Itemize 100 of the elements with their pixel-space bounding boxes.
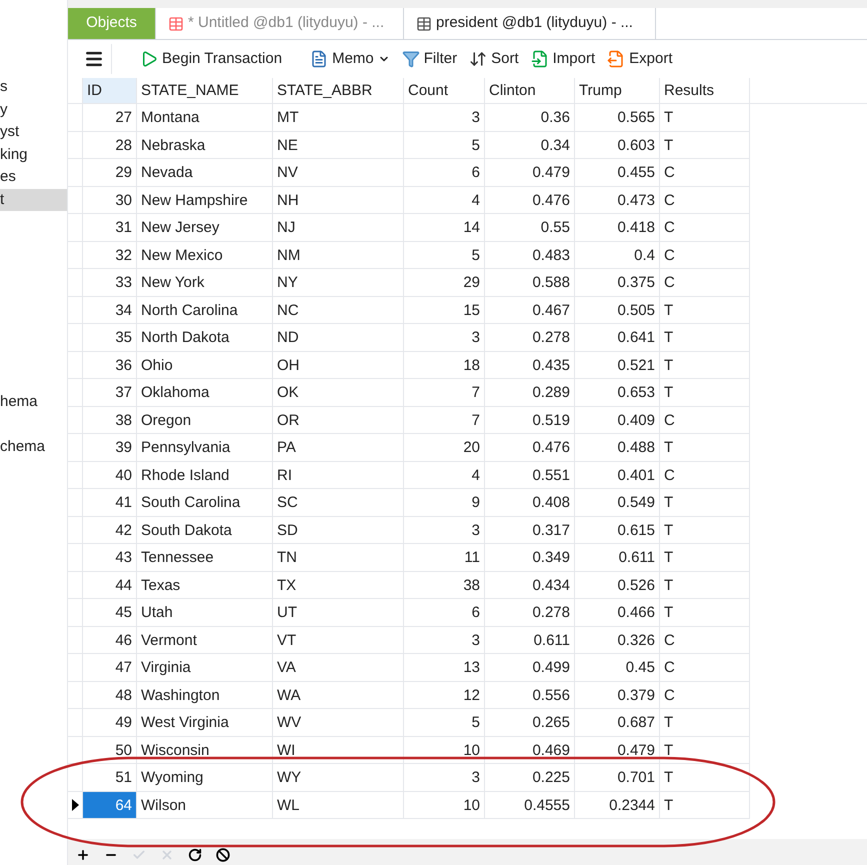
- toolbar-button[interactable]: Import: [526, 44, 600, 74]
- toolbar-button[interactable]: Sort: [465, 44, 523, 74]
- sidebar-item[interactable]: es: [0, 166, 67, 188]
- table-cell: TX: [273, 572, 404, 598]
- table-cell: Texas: [137, 572, 273, 598]
- table-cell: VA: [273, 654, 404, 680]
- table-row[interactable]: 48 Washington WA 12 0.556 0.379 C: [68, 682, 750, 709]
- table-cell: Ohio: [137, 352, 273, 378]
- table-cell: Nebraska: [137, 132, 273, 158]
- table-cell: NJ: [273, 214, 404, 240]
- table-cell: 38: [83, 406, 137, 433]
- table-cell: WY: [273, 764, 404, 790]
- table-cell: West Virginia: [137, 709, 273, 736]
- table-cell: 10: [404, 792, 485, 818]
- table-row[interactable]: 50 Wisconsin WI 10 0.469 0.479 T: [68, 736, 750, 764]
- table-row[interactable]: 34 North Carolina NC 15 0.467 0.505 T: [68, 296, 750, 324]
- column-header[interactable]: Trump: [575, 78, 660, 103]
- table-cell: T: [660, 736, 750, 763]
- table-cell: 40: [83, 462, 137, 488]
- table-row[interactable]: 33 New York NY 29 0.588 0.375 C: [68, 269, 750, 296]
- sidebar-item[interactable]: y: [0, 98, 67, 121]
- table-row[interactable]: 27 Montana MT 3 0.36 0.565 T: [68, 104, 750, 132]
- table-cell: T: [660, 379, 750, 406]
- table-cell: T: [660, 104, 750, 130]
- table-cell: 0.551: [485, 462, 575, 488]
- table-row[interactable]: 47 Virginia VA 13 0.499 0.45 C: [68, 654, 750, 682]
- table-cell: 0.225: [485, 764, 575, 790]
- table-cell: 49: [83, 709, 137, 736]
- table-row[interactable]: 41 South Carolina SC 9 0.408 0.549 T: [68, 489, 750, 516]
- table-cell: 0.588: [485, 269, 575, 296]
- table-cell: 27: [83, 104, 137, 130]
- sidebar-item[interactable]: s: [0, 76, 67, 98]
- table-cell: T: [660, 296, 750, 323]
- sidebar-item[interactable]: chema: [0, 436, 67, 458]
- table-cell: NY: [273, 269, 404, 296]
- table-row[interactable]: 64 Wilson WL 10 0.4555 0.2344 T: [68, 792, 750, 819]
- toolbar-button[interactable]: Export: [603, 44, 676, 74]
- table-cell: 0.556: [485, 682, 575, 708]
- table-row[interactable]: 36 Ohio OH 18 0.435 0.521 T: [68, 352, 750, 379]
- sidebar-item[interactable]: t: [0, 188, 67, 211]
- column-header[interactable]: ID: [83, 78, 137, 103]
- table-row[interactable]: 49 West Virginia WV 5 0.265 0.687 T: [68, 709, 750, 736]
- table-cell: Tennessee: [137, 544, 273, 570]
- sidebar-item[interactable]: yst: [0, 121, 67, 144]
- table-cell: TN: [273, 544, 404, 570]
- table-cell: T: [660, 132, 750, 158]
- table-row[interactable]: 38 Oregon OR 7 0.519 0.409 C: [68, 406, 750, 434]
- column-header[interactable]: Count: [404, 78, 485, 103]
- table-row[interactable]: 30 New Hampshire NH 4 0.476 0.473 C: [68, 186, 750, 214]
- table-row[interactable]: 37 Oklahoma OK 7 0.289 0.653 T: [68, 379, 750, 406]
- table-cell: 0.375: [575, 269, 660, 296]
- table-row[interactable]: 45 Utah UT 6 0.278 0.466 T: [68, 599, 750, 626]
- table-cell: WA: [273, 682, 404, 708]
- table-row[interactable]: 31 New Jersey NJ 14 0.55 0.418 C: [68, 214, 750, 242]
- table-cell: Oklahoma: [137, 379, 273, 406]
- table-cell: 28: [83, 132, 137, 158]
- table-row[interactable]: 42 South Dakota SD 3 0.317 0.615 T: [68, 516, 750, 544]
- table-cell: 32: [83, 242, 137, 268]
- table-cell: NE: [273, 132, 404, 158]
- table-row[interactable]: 28 Nebraska NE 5 0.34 0.603 T: [68, 132, 750, 159]
- table-cell: 12: [404, 682, 485, 708]
- sidebar-item[interactable]: hema: [0, 391, 67, 414]
- table-cell: 20: [404, 434, 485, 460]
- table-cell: 4: [404, 186, 485, 213]
- table-cell: 15: [404, 296, 485, 323]
- table-cell: 0.521: [575, 352, 660, 378]
- column-header[interactable]: STATE_ABBR: [273, 78, 404, 103]
- table-cell: 43: [83, 544, 137, 570]
- column-header[interactable]: STATE_NAME: [137, 78, 273, 103]
- table-row[interactable]: 44 Texas TX 38 0.434 0.526 T: [68, 572, 750, 599]
- table-cell: T: [660, 764, 750, 790]
- table-cell: 0.434: [485, 572, 575, 598]
- table-cell: T: [660, 792, 750, 818]
- table-cell: C: [660, 462, 750, 488]
- table-cell: 0.483: [485, 242, 575, 268]
- table-row[interactable]: 51 Wyoming WY 3 0.225 0.701 T: [68, 764, 750, 792]
- toolbar-button[interactable]: Begin Transaction: [136, 44, 286, 74]
- table-row[interactable]: 46 Vermont VT 3 0.611 0.326 C: [68, 626, 750, 654]
- table-cell: VT: [273, 626, 404, 653]
- column-header[interactable]: Results: [660, 78, 750, 103]
- table-cell: 6: [404, 159, 485, 186]
- table-row[interactable]: 39 Pennsylvania PA 20 0.476 0.488 T: [68, 434, 750, 462]
- table-cell: 0.4555: [485, 792, 575, 818]
- toolbar-button[interactable]: Filter: [398, 44, 462, 74]
- table-cell: 7: [404, 406, 485, 433]
- table-row[interactable]: 35 North Dakota ND 3 0.278 0.641 T: [68, 324, 750, 352]
- table-cell: 42: [83, 516, 137, 543]
- table-row[interactable]: 40 Rhode Island RI 4 0.551 0.401 C: [68, 462, 750, 489]
- table-cell: NH: [273, 186, 404, 213]
- table-cell: 0.278: [485, 324, 575, 350]
- table-cell: 0.488: [575, 434, 660, 460]
- table-row[interactable]: 29 Nevada NV 6 0.479 0.455 C: [68, 159, 750, 186]
- table-cell: 0.701: [575, 764, 660, 790]
- column-header[interactable]: Clinton: [485, 78, 575, 103]
- table-cell: WV: [273, 709, 404, 736]
- table-cell: North Dakota: [137, 324, 273, 350]
- toolbar-button[interactable]: Memo: [306, 44, 394, 74]
- sidebar-item[interactable]: king: [0, 144, 67, 166]
- table-row[interactable]: 43 Tennessee TN 11 0.349 0.611 T: [68, 544, 750, 572]
- table-row[interactable]: 32 New Mexico NM 5 0.483 0.4 C: [68, 242, 750, 269]
